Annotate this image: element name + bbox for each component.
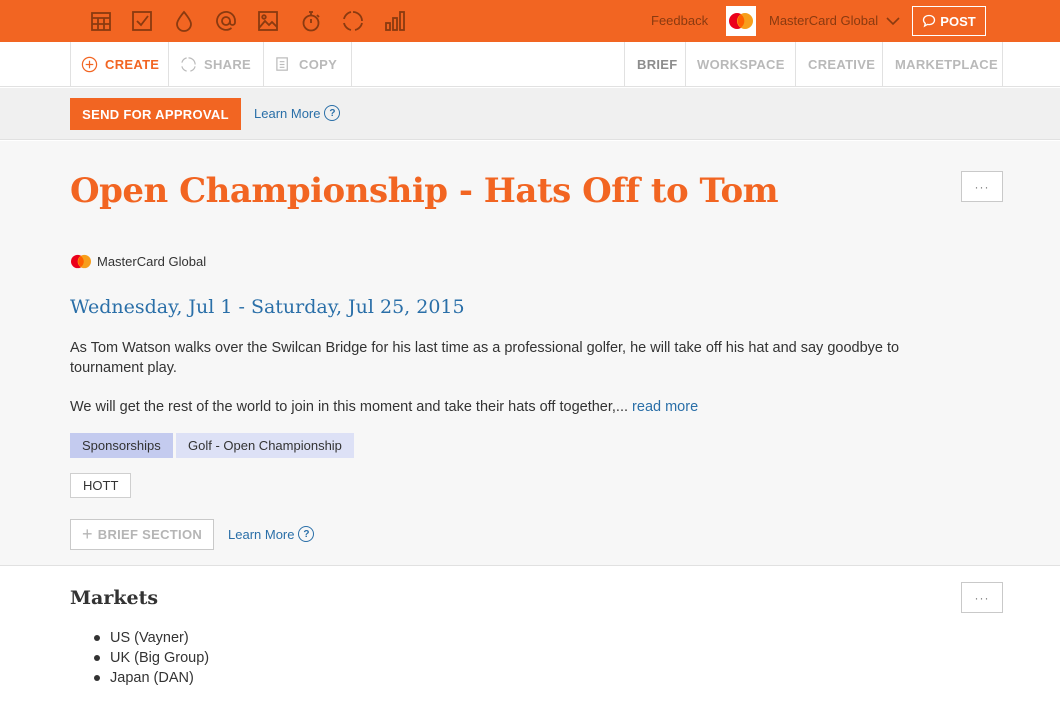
market-name: UK (Big Group)	[110, 650, 210, 666]
image-icon[interactable]	[255, 8, 281, 34]
toolbar: CREATE SHARE COPY BRIEF WORKSPACE CREATI…	[0, 42, 1060, 87]
mastercard-logo-icon	[729, 13, 753, 29]
send-for-approval-button[interactable]: SEND FOR APPROVAL	[70, 98, 241, 130]
speech-bubble-icon	[923, 14, 936, 28]
markets-list: US (Vayner) UK (Big Group) Japan (DAN)	[70, 628, 209, 688]
market-name: Japan (DAN)	[110, 670, 194, 686]
drop-icon[interactable]	[171, 8, 197, 34]
bar-chart-icon[interactable]	[382, 8, 408, 34]
keyword-chip[interactable]: HOTT	[70, 473, 132, 498]
copy-label: COPY	[299, 57, 338, 72]
tab-workspace[interactable]: WORKSPACE	[697, 42, 785, 87]
brief-section: ··· Open Championship - Hats Off to Tom …	[0, 141, 1060, 566]
add-brief-section-button[interactable]: + BRIEF SECTION	[70, 519, 214, 550]
divider	[795, 42, 796, 87]
add-section-label: BRIEF SECTION	[97, 527, 203, 542]
loading-icon[interactable]	[340, 8, 366, 34]
top-bar: Feedback MasterCard Global POST	[0, 0, 1060, 42]
client-label: MasterCard Global	[70, 254, 206, 269]
tab-brief[interactable]: BRIEF	[637, 42, 678, 87]
brief-more-options-button[interactable]: ···	[961, 171, 1003, 202]
learn-more-link[interactable]: Learn More ?	[228, 526, 315, 542]
share-icon	[181, 57, 196, 72]
list-item: US (Vayner)	[70, 628, 209, 648]
tab-creative[interactable]: CREATIVE	[808, 42, 875, 87]
plus-icon: +	[81, 524, 93, 544]
brief-description-continued: We will get the rest of the world to joi…	[70, 397, 970, 417]
create-button[interactable]: CREATE	[81, 42, 159, 87]
divider	[624, 42, 625, 87]
market-name: US (Vayner)	[110, 630, 189, 646]
help-icon: ?	[298, 526, 315, 542]
list-item: Japan (DAN)	[70, 668, 209, 688]
calendar-icon[interactable]	[88, 8, 114, 34]
tab-marketplace[interactable]: MARKETPLACE	[895, 42, 998, 87]
page-title: Open Championship - Hats Off to Tom	[70, 171, 779, 211]
date-range: Wednesday, Jul 1 - Saturday, Jul 25, 201…	[70, 296, 465, 318]
brief-description: As Tom Watson walks over the Swilcan Bri…	[70, 340, 900, 376]
at-icon[interactable]	[213, 8, 239, 34]
feedback-link[interactable]: Feedback	[651, 13, 708, 28]
post-label: POST	[940, 13, 976, 29]
divider	[685, 42, 686, 87]
copy-button[interactable]: COPY	[275, 42, 337, 87]
mastercard-logo-icon	[71, 254, 91, 269]
markets-more-options-button[interactable]: ···	[961, 582, 1003, 613]
divider	[70, 42, 71, 87]
brand-logo[interactable]	[726, 6, 756, 36]
learn-more-link[interactable]: Learn More ?	[254, 105, 341, 121]
client-name: MasterCard Global	[97, 254, 207, 269]
divider	[882, 42, 883, 87]
action-bar: SEND FOR APPROVAL Learn More ?	[0, 88, 1060, 140]
learn-more-label: Learn More	[254, 105, 321, 121]
markets-heading: Markets	[70, 587, 159, 609]
plus-circle-icon	[81, 56, 98, 73]
checklist-icon[interactable]	[129, 8, 155, 34]
create-label: CREATE	[105, 57, 160, 72]
divider	[1002, 42, 1003, 87]
read-more-link[interactable]: read more	[632, 399, 698, 415]
share-button[interactable]: SHARE	[180, 42, 251, 87]
post-button[interactable]: POST	[912, 6, 986, 36]
tag-sponsorships[interactable]: Sponsorships	[70, 433, 173, 458]
brand-name[interactable]: MasterCard Global	[769, 13, 878, 28]
divider	[263, 42, 264, 87]
tag-golf-open-championship[interactable]: Golf - Open Championship	[176, 433, 354, 458]
help-icon: ?	[324, 105, 341, 121]
chevron-down-icon[interactable]	[884, 12, 902, 30]
list-item: UK (Big Group)	[70, 648, 209, 668]
learn-more-label: Learn More	[228, 526, 295, 542]
copy-icon	[276, 57, 288, 71]
stopwatch-icon[interactable]	[298, 8, 324, 34]
share-label: SHARE	[204, 57, 252, 72]
divider	[351, 42, 352, 87]
brief-excerpt: We will get the rest of the world to joi…	[70, 399, 629, 415]
divider	[168, 42, 169, 87]
